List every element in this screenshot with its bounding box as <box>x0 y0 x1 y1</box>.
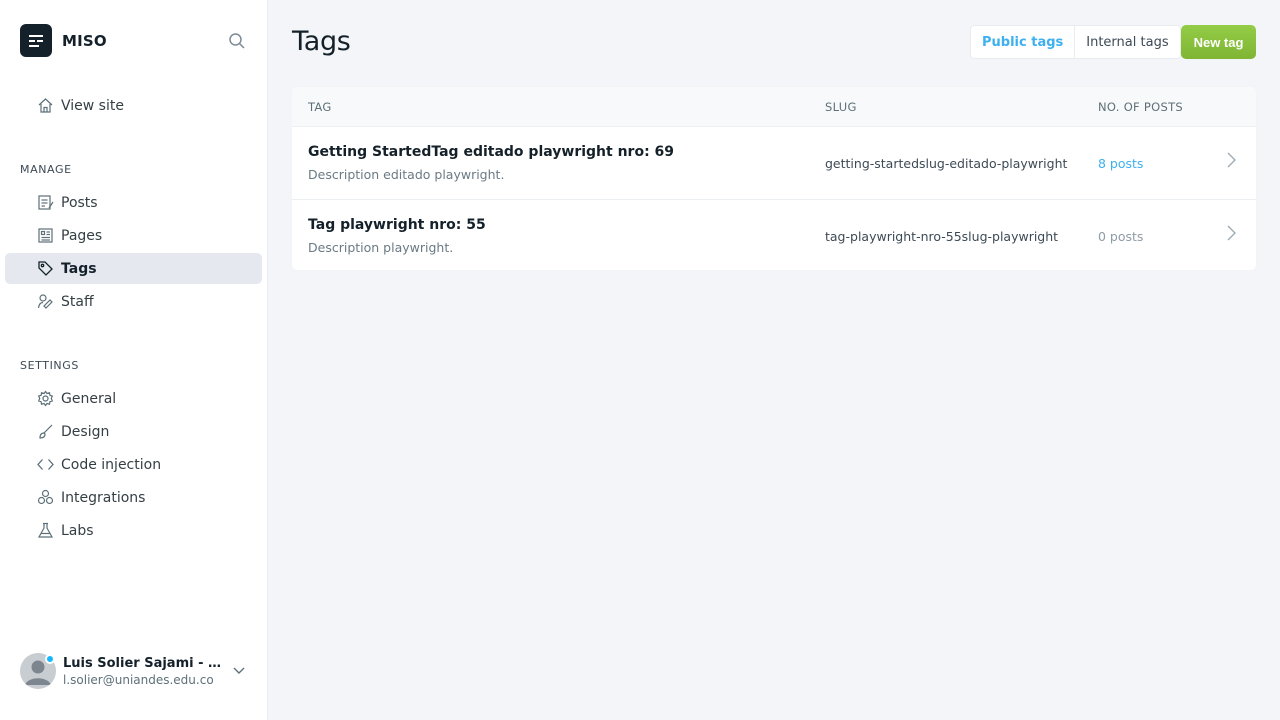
brand-name: MISO <box>62 31 107 50</box>
brand[interactable]: MISO <box>20 24 107 57</box>
pages-icon <box>36 227 54 245</box>
tag-description: Description playwright. <box>308 240 454 255</box>
brush-icon <box>36 423 54 441</box>
user-email: l.solier@uniandes.edu.co <box>63 672 214 687</box>
posts-icon <box>36 194 54 212</box>
table-row[interactable]: Getting StartedTag editado playwright nr… <box>292 127 1256 199</box>
search-icon[interactable] <box>228 32 248 52</box>
chevron-right-icon <box>1224 224 1238 246</box>
chevron-down-icon[interactable] <box>232 662 246 681</box>
nav-tags[interactable]: Tags <box>5 253 262 284</box>
header-posts: NO. OF POSTS <box>1098 100 1184 114</box>
tag-slug: getting-startedslug-editado-playwright <box>825 156 1068 171</box>
tag-type-tabs: Public tags Internal tags <box>970 25 1181 59</box>
new-tag-button[interactable]: New tag <box>1181 25 1256 59</box>
notification-dot <box>45 654 55 664</box>
manage-heading: MANAGE <box>20 163 72 176</box>
header-slug: SLUG <box>825 100 857 114</box>
nav-posts-label: Posts <box>61 194 98 211</box>
tab-internal-tags[interactable]: Internal tags <box>1074 26 1179 58</box>
nav-staff[interactable]: Staff <box>5 286 262 317</box>
nav-design-label: Design <box>61 423 110 440</box>
nav-labs-label: Labs <box>61 522 94 539</box>
nav-integrations[interactable]: Integrations <box>5 482 262 513</box>
tag-description: Description editado playwright. <box>308 167 505 182</box>
code-icon <box>36 456 54 474</box>
user-info: Luis Solier Sajami - Edi... l.solier@uni… <box>63 656 228 687</box>
nav-general[interactable]: General <box>5 383 262 414</box>
nav-view-site-label: View site <box>61 97 124 114</box>
tag-name: Tag playwright nro: 55 <box>308 217 486 233</box>
sidebar: MISO View site MANAGE Posts Pages Tags S… <box>0 0 268 720</box>
table-row[interactable]: Tag playwright nro: 55 Description playw… <box>292 199 1256 270</box>
tag-post-count: 0 posts <box>1098 229 1144 244</box>
tags-table: TAG SLUG NO. OF POSTS Getting StartedTag… <box>292 87 1256 270</box>
gear-icon <box>36 390 54 408</box>
nav-pages-label: Pages <box>61 227 103 244</box>
tag-post-count-link[interactable]: 8 posts <box>1098 156 1143 171</box>
page-title: Tags <box>292 26 351 57</box>
flask-icon <box>36 522 54 540</box>
nav-code-injection-label: Code injection <box>61 456 162 473</box>
table-header: TAG SLUG NO. OF POSTS <box>292 87 1256 127</box>
settings-heading: SETTINGS <box>20 359 79 372</box>
nav-view-site[interactable]: View site <box>5 90 262 121</box>
nav-labs[interactable]: Labs <box>5 515 262 546</box>
integrations-icon <box>36 489 54 507</box>
staff-icon <box>36 293 54 311</box>
nav-staff-label: Staff <box>61 293 94 310</box>
home-icon <box>36 97 54 115</box>
tag-name: Getting StartedTag editado playwright nr… <box>308 144 675 160</box>
nav-design[interactable]: Design <box>5 416 262 447</box>
nav-pages[interactable]: Pages <box>5 220 262 251</box>
nav-code-injection[interactable]: Code injection <box>5 449 262 480</box>
nav-posts[interactable]: Posts <box>5 187 262 218</box>
chevron-right-icon <box>1224 151 1238 173</box>
tag-icon <box>36 260 54 278</box>
header-tag: TAG <box>308 100 332 114</box>
nav-tags-label: Tags <box>61 260 97 277</box>
user-name: Luis Solier Sajami - Edi... <box>63 655 228 671</box>
nav-integrations-label: Integrations <box>61 489 146 506</box>
brand-logo-icon <box>20 24 52 57</box>
nav-general-label: General <box>61 390 117 407</box>
tab-public-tags[interactable]: Public tags <box>971 26 1074 58</box>
tag-slug: tag-playwright-nro-55slug-playwright <box>825 229 1059 244</box>
